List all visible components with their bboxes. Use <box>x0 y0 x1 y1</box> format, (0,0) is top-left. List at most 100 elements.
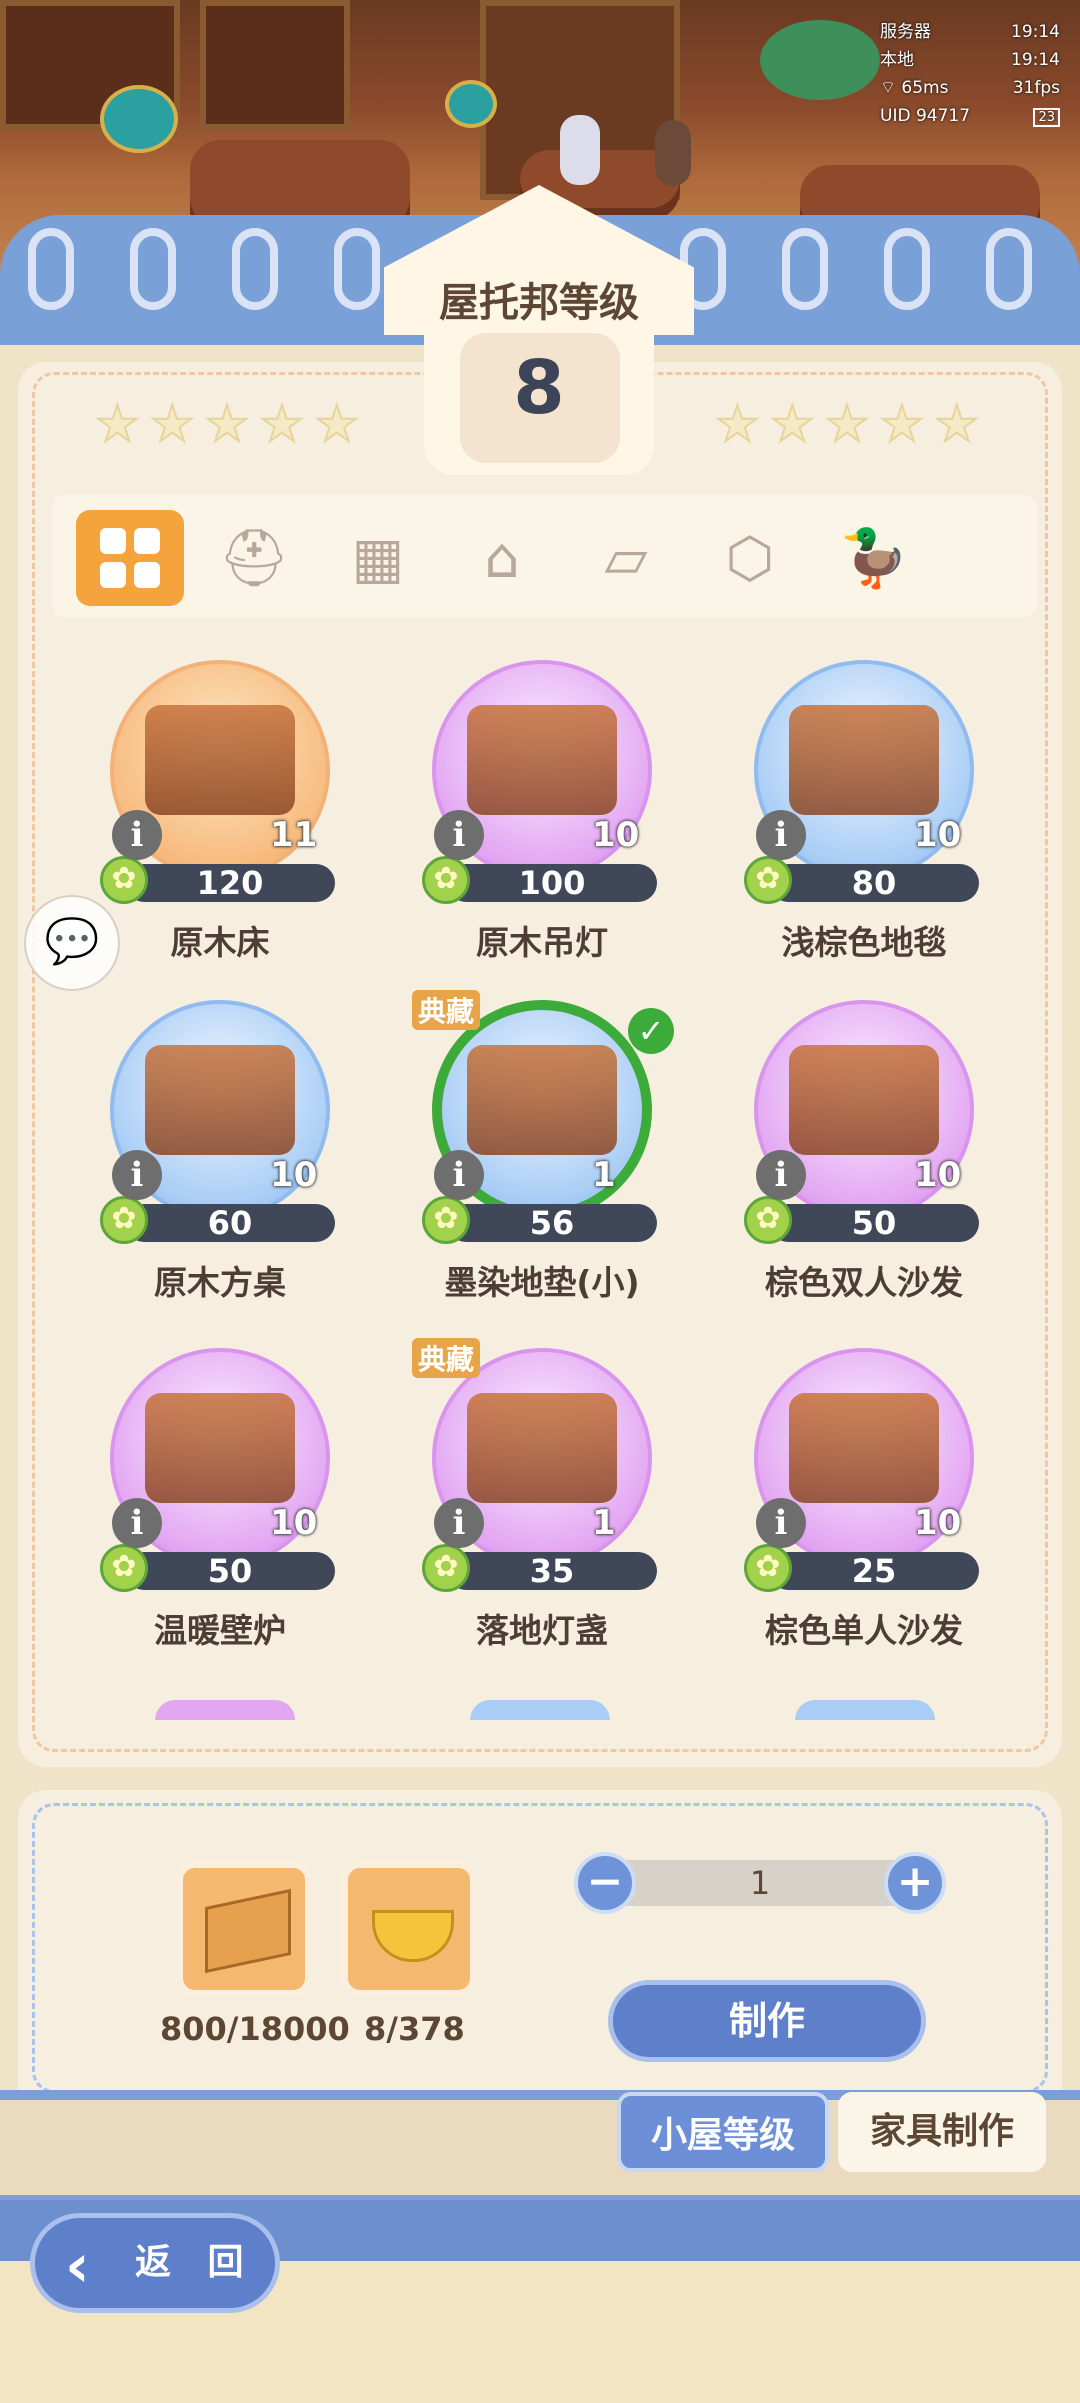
wifi-icon: ⌔ <box>880 78 896 98</box>
tab-house-level[interactable]: 小屋等级 <box>617 2092 829 2172</box>
item-name: 原木吊灯 <box>476 923 608 962</box>
furniture-item[interactable]: 60 ✿ i 10 原木方桌 <box>70 1000 370 1320</box>
local-time: 19:14 <box>1011 50 1060 70</box>
collection-tag: 典藏 <box>412 990 481 1030</box>
comfort-flower-icon: ✿ <box>422 1196 470 1244</box>
item-name: 浅棕色地毯 <box>781 923 947 962</box>
star-icon: ★ <box>878 394 925 454</box>
star-icon: ★ <box>769 394 816 454</box>
star-icon: ★ <box>258 394 305 454</box>
item-count: 1 <box>592 1503 616 1543</box>
item-name: 棕色单人沙发 <box>765 1611 963 1650</box>
increase-quantity-button[interactable]: + <box>884 1852 946 1914</box>
tab-duck[interactable]: 🦆 <box>820 510 928 606</box>
tab-wall[interactable]: ▦ <box>324 510 432 606</box>
info-icon[interactable]: i <box>434 810 484 860</box>
spiral-ring <box>986 228 1032 310</box>
furniture-item[interactable]: 50 ✿ i 10 棕色双人沙发 <box>714 1000 1014 1320</box>
item-count: 10 <box>270 1155 318 1195</box>
info-icon[interactable]: i <box>756 1150 806 1200</box>
info-icon[interactable]: i <box>434 1498 484 1548</box>
bonsai-tree <box>760 20 880 100</box>
item-price: 56 <box>447 1204 657 1242</box>
wall-panel <box>200 0 350 130</box>
item-circle-partial <box>795 1700 935 1720</box>
craft-button[interactable]: 制作 <box>608 1980 926 2062</box>
spiral-ring <box>28 228 74 310</box>
furniture-icon <box>145 1393 295 1503</box>
star-icon: ★ <box>824 394 871 454</box>
item-count: 10 <box>914 1503 962 1543</box>
tab-helmet[interactable]: ⛑ <box>200 510 308 606</box>
battery-icon: 23 <box>1033 108 1060 127</box>
item-count: 10 <box>914 1155 962 1195</box>
comfort-flower-icon: ✿ <box>744 1544 792 1592</box>
comfort-flower-icon: ✿ <box>744 856 792 904</box>
decrease-quantity-button[interactable]: − <box>574 1852 636 1914</box>
furniture-icon <box>789 1045 939 1155</box>
building-icon: ⌂ <box>484 525 520 591</box>
wood-planks-icon <box>205 1888 291 1974</box>
golden-bowl-icon <box>372 1910 454 1962</box>
house-level-badge: 屋托邦等级 8 <box>384 185 694 475</box>
item-count: 10 <box>914 815 962 855</box>
spiral-ring <box>130 228 176 310</box>
house-level-title: 屋托邦等级 <box>439 280 639 326</box>
furniture-item[interactable]: 典藏 ✓ 56 ✿ i 1 墨染地垫(小) <box>392 990 692 1320</box>
all-grid-icon <box>100 528 160 588</box>
item-price: 60 <box>125 1204 335 1242</box>
vase-decoration <box>445 80 497 128</box>
info-icon[interactable]: i <box>434 1150 484 1200</box>
star-icon: ★ <box>313 394 360 454</box>
material-slot-bowl[interactable] <box>342 1862 476 1996</box>
furniture-icon <box>145 1045 295 1155</box>
star-icon: ★ <box>94 394 141 454</box>
item-price: 25 <box>769 1552 979 1590</box>
furniture-item[interactable]: 100 ✿ i 10 原木吊灯 <box>392 660 692 980</box>
item-name: 温暖壁炉 <box>154 1611 286 1650</box>
house-level-value: 8 <box>513 345 565 431</box>
tab-floor[interactable]: ▱ <box>572 510 680 606</box>
comfort-flower-icon: ✿ <box>100 1544 148 1592</box>
spiral-ring <box>782 228 828 310</box>
info-icon[interactable]: i <box>112 1150 162 1200</box>
item-count: 10 <box>592 815 640 855</box>
furniture-icon <box>467 1393 617 1503</box>
tab-all[interactable] <box>76 510 184 606</box>
furniture-icon <box>467 1045 617 1155</box>
info-icon[interactable]: i <box>112 810 162 860</box>
stars-left: ★ ★ ★ ★ ★ <box>94 394 360 454</box>
furniture-icon <box>145 705 295 815</box>
server-label: 服务器 <box>880 22 931 42</box>
ping-value: 65ms <box>901 78 949 98</box>
info-icon[interactable]: i <box>112 1498 162 1548</box>
status-hud: 服务器 19:14 本地 19:14 ⌔ 65ms 31fps UID 94717 23 <box>880 18 1060 132</box>
local-label: 本地 <box>880 50 914 70</box>
furniture-item[interactable]: 典藏 35 ✿ i 1 落地灯盏 <box>392 1338 692 1668</box>
furniture-item[interactable]: 80 ✿ i 10 浅棕色地毯 <box>714 660 1014 980</box>
comfort-flower-icon: ✿ <box>100 1196 148 1244</box>
quantity-display: 1 <box>600 1860 920 1906</box>
item-name: 原木方桌 <box>154 1263 286 1302</box>
wall-brick-icon: ▦ <box>351 525 405 591</box>
material-amount-bowl: 8/378 <box>364 2010 465 2048</box>
tab-box[interactable]: ⬡ <box>696 510 804 606</box>
back-button[interactable]: ‹ 返 回 <box>30 2213 280 2313</box>
chat-icon: 💬 <box>44 916 100 967</box>
box-icon: ⬡ <box>725 525 775 591</box>
uid-value: UID 94717 <box>880 106 971 126</box>
comfort-flower-icon: ✿ <box>422 856 470 904</box>
info-icon[interactable]: i <box>756 810 806 860</box>
tab-furniture-craft[interactable]: 家具制作 <box>838 2092 1046 2172</box>
item-circle-partial <box>155 1700 295 1720</box>
info-icon[interactable]: i <box>756 1498 806 1548</box>
furniture-icon <box>789 1393 939 1503</box>
furniture-item[interactable]: 25 ✿ i 10 棕色单人沙发 <box>714 1348 1014 1668</box>
character-avatar <box>560 115 600 185</box>
furniture-item[interactable]: 50 ✿ i 10 温暖壁炉 <box>70 1348 370 1668</box>
chat-bubble-button[interactable]: 💬 <box>24 895 120 991</box>
tab-building[interactable]: ⌂ <box>448 510 556 606</box>
character-avatar <box>655 120 691 186</box>
server-time: 19:14 <box>1011 22 1060 42</box>
material-slot-wood[interactable] <box>177 1862 311 1996</box>
